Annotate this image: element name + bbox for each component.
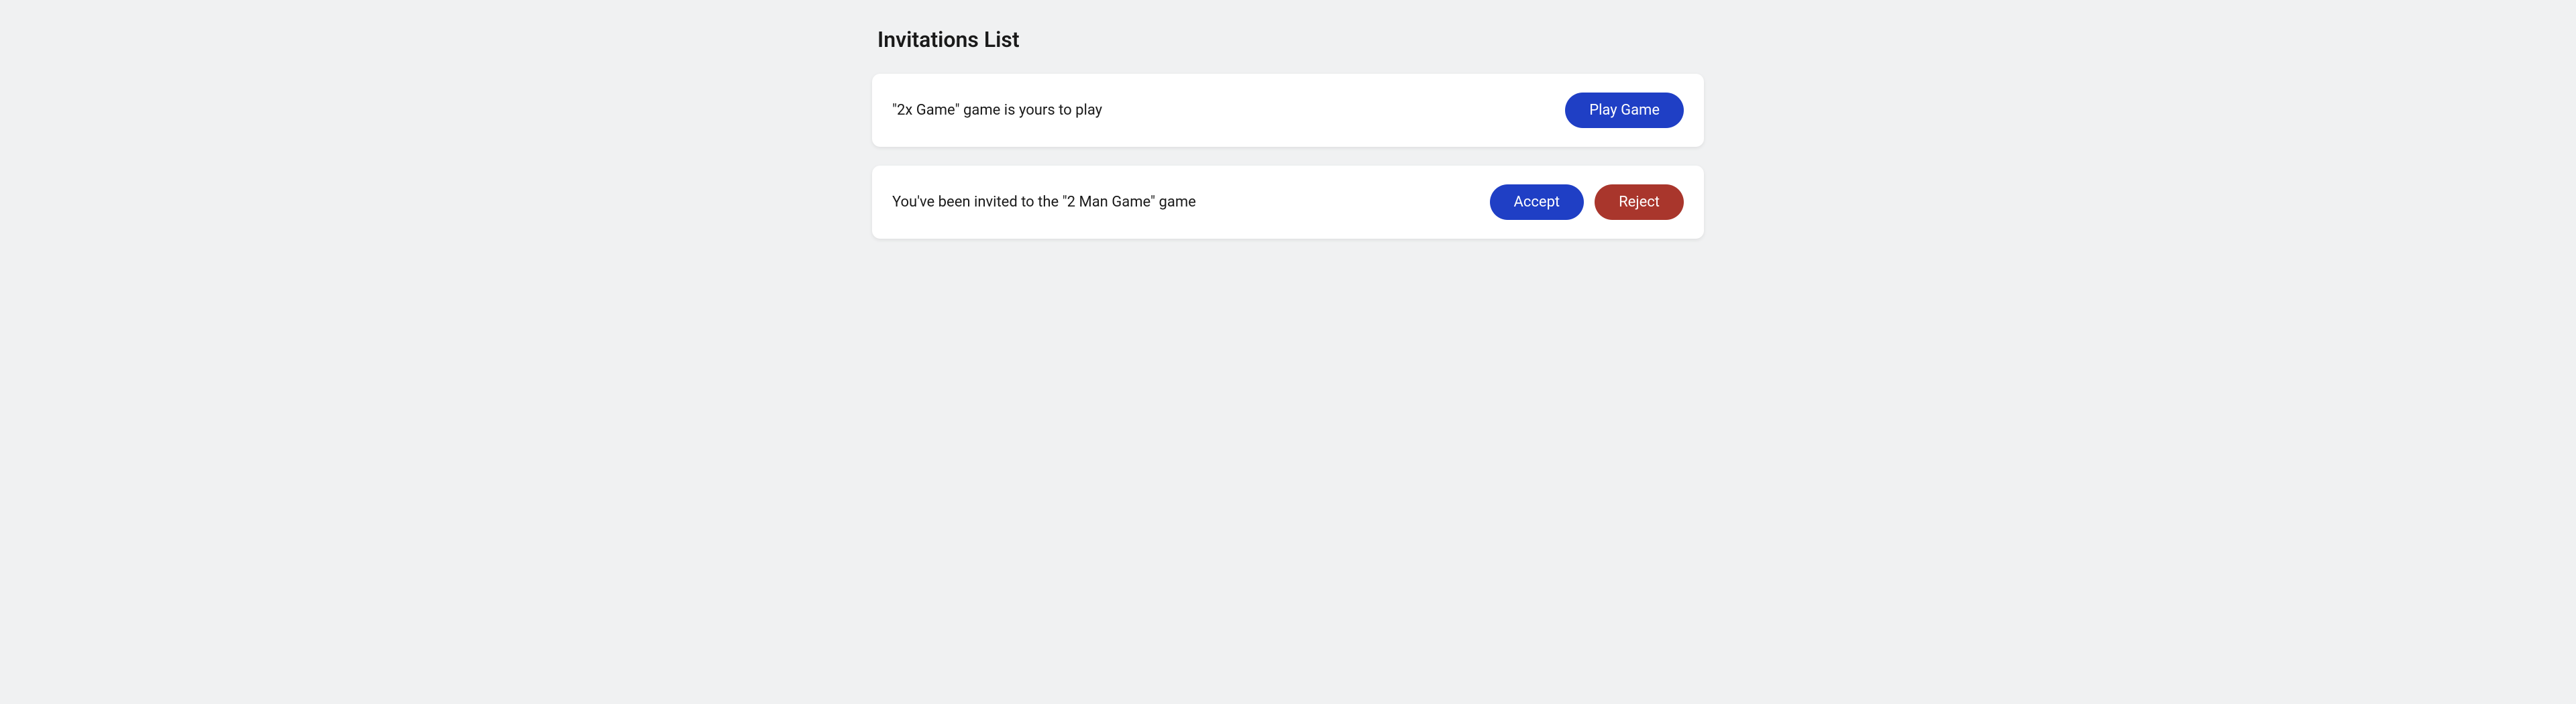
invitations-container: Invitations List "2x Game" game is yours… [859,27,1717,239]
invitation-message: "2x Game" game is yours to play [892,102,1102,119]
reject-button[interactable]: Reject [1595,184,1684,220]
button-group: Accept Reject [1490,184,1684,220]
play-game-button[interactable]: Play Game [1565,93,1684,128]
accept-button[interactable]: Accept [1490,184,1585,220]
invitation-card: "2x Game" game is yours to play Play Gam… [872,74,1704,147]
page-title: Invitations List [877,27,1704,52]
invitation-message: You've been invited to the "2 Man Game" … [892,194,1196,211]
invitation-card: You've been invited to the "2 Man Game" … [872,166,1704,239]
button-group: Play Game [1565,93,1684,128]
